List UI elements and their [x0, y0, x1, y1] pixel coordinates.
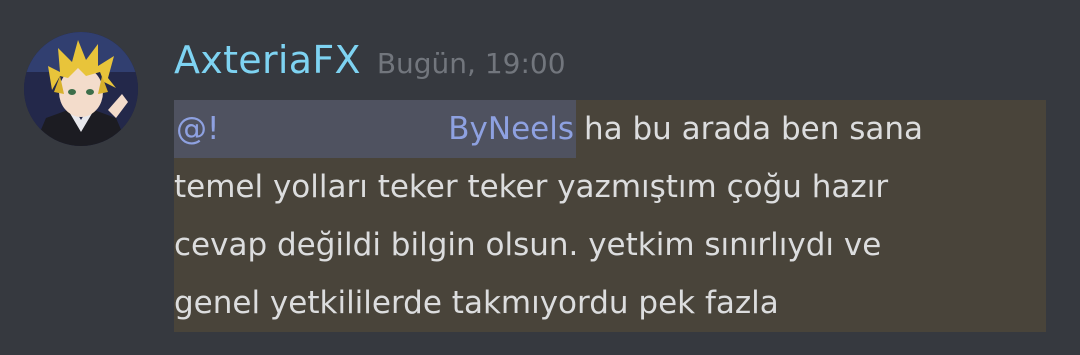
- message-text: ha bu arada ben sana: [584, 111, 923, 147]
- message-content: @! ByNeels ha bu arada ben sana temel yoll…: [174, 100, 1046, 332]
- avatar-image: [24, 32, 138, 146]
- message-text: temel yolları teker teker yazmıştım çoğu…: [174, 169, 889, 205]
- mention-prefix: @!: [176, 111, 220, 147]
- message-text: genel yetkililerde takmıyordu pek fazla: [174, 285, 779, 321]
- message-header: AxteriaFX Bugün, 19:00: [174, 38, 566, 98]
- username[interactable]: AxteriaFX: [174, 38, 361, 82]
- message-line: genel yetkililerde takmıyordu pek fazla: [174, 274, 779, 332]
- message-line: cevap değildi bilgin olsun. yetkim sınır…: [174, 216, 881, 274]
- chat-message: AxteriaFX Bugün, 19:00 @! ByNeels ha bu ara…: [0, 0, 1080, 355]
- message-line: temel yolları teker teker yazmıştım çoğu…: [174, 158, 888, 216]
- timestamp: Bugün, 19:00: [376, 47, 566, 80]
- mention-username: ByNeels: [448, 111, 574, 147]
- user-avatar[interactable]: [24, 32, 138, 146]
- message-line: @! ByNeels ha bu arada ben sana: [174, 100, 923, 158]
- message-text: cevap değildi bilgin olsun. yetkim sınır…: [174, 227, 882, 263]
- user-mention[interactable]: @! ByNeels: [174, 100, 576, 158]
